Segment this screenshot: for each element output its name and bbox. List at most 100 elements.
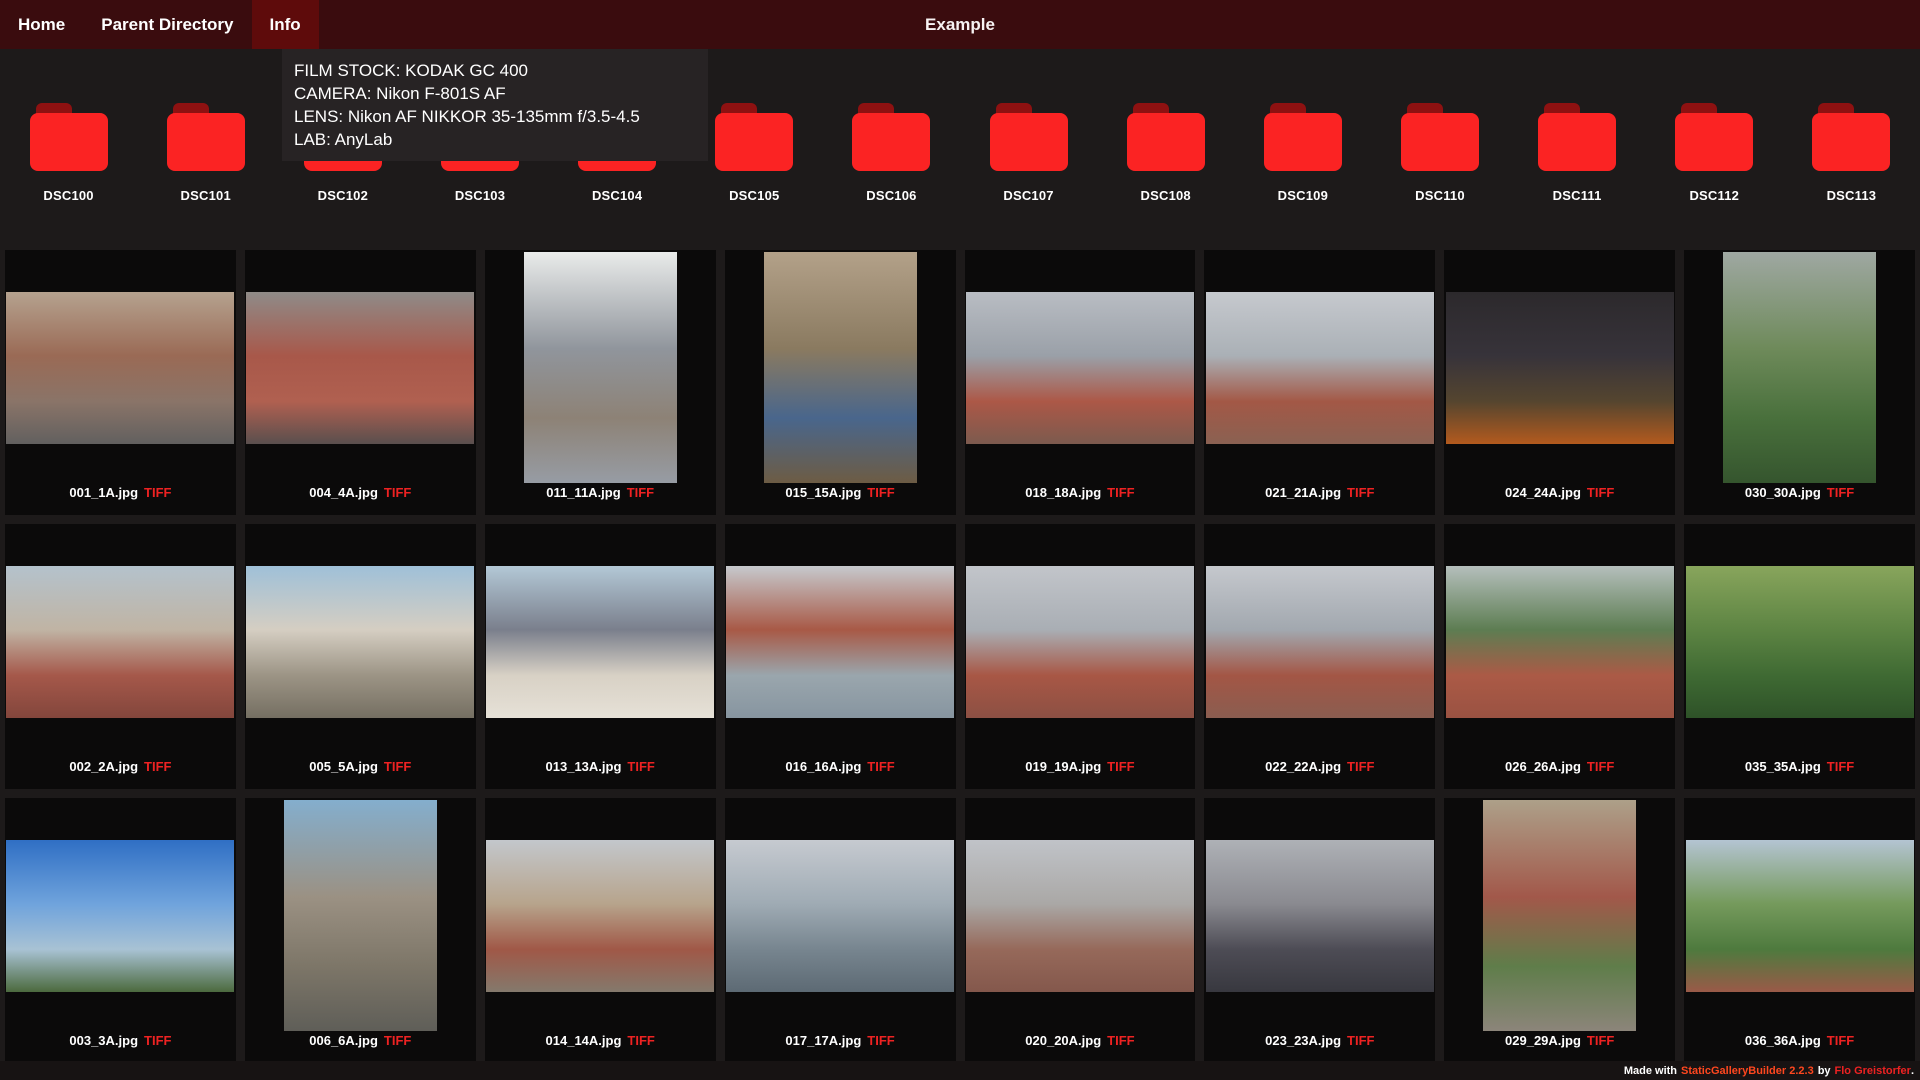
tiff-download-link[interactable]: TIFF: [1107, 759, 1134, 774]
folder-icon[interactable]: [1812, 103, 1891, 171]
tiff-download-link[interactable]: TIFF: [1107, 485, 1134, 500]
photo-filename[interactable]: 020_20A.jpg: [1025, 1033, 1101, 1048]
photo-filename[interactable]: 004_4A.jpg: [309, 485, 378, 500]
photo-thumbnail[interactable]: [726, 839, 955, 992]
tiff-download-link[interactable]: TIFF: [867, 759, 894, 774]
photo-filename[interactable]: 003_3A.jpg: [69, 1033, 138, 1048]
folder[interactable]: DSC106: [823, 103, 960, 203]
photo-filename[interactable]: 017_17A.jpg: [785, 1033, 861, 1048]
photo-thumbnail[interactable]: [763, 252, 917, 483]
photo-filename[interactable]: 029_29A.jpg: [1505, 1033, 1581, 1048]
photo-thumbnail[interactable]: [6, 839, 235, 992]
tiff-download-link[interactable]: TIFF: [627, 1033, 654, 1048]
builder-link[interactable]: StaticGalleryBuilder 2.2.3: [1681, 1065, 1814, 1077]
folder[interactable]: DSC107: [960, 103, 1097, 203]
author-link[interactable]: Flo Greistorfer: [1835, 1065, 1911, 1077]
photo-caption: 024_24A.jpg TIFF: [1505, 485, 1614, 515]
tiff-download-link[interactable]: TIFF: [144, 1033, 171, 1048]
nav-item-home[interactable]: Home: [0, 0, 83, 49]
tiff-download-link[interactable]: TIFF: [1587, 1033, 1614, 1048]
tiff-download-link[interactable]: TIFF: [1347, 759, 1374, 774]
tiff-download-link[interactable]: TIFF: [1587, 485, 1614, 500]
photo-filename[interactable]: 030_30A.jpg: [1745, 485, 1821, 500]
photo-thumbnail[interactable]: [283, 800, 437, 1031]
photo-thumbnail[interactable]: [6, 291, 235, 444]
photo-thumbnail[interactable]: [523, 252, 677, 483]
photo-filename[interactable]: 014_14A.jpg: [546, 1033, 622, 1048]
folder[interactable]: DSC100: [0, 103, 137, 203]
folder[interactable]: DSC111: [1509, 103, 1646, 203]
nav-bar: Home Parent Directory Info Example: [0, 0, 1920, 49]
tiff-download-link[interactable]: TIFF: [384, 1033, 411, 1048]
tiff-download-link[interactable]: TIFF: [1587, 759, 1614, 774]
folder[interactable]: DSC113: [1783, 103, 1920, 203]
folder[interactable]: DSC101: [137, 103, 274, 203]
tiff-download-link[interactable]: TIFF: [384, 759, 411, 774]
folder-icon[interactable]: [166, 103, 245, 171]
folder-icon[interactable]: [989, 103, 1068, 171]
tiff-download-link[interactable]: TIFF: [144, 485, 171, 500]
photo-filename[interactable]: 019_19A.jpg: [1025, 759, 1101, 774]
photo-thumbnail[interactable]: [1483, 800, 1637, 1031]
photo-thumbnail[interactable]: [965, 839, 1194, 992]
photo-filename[interactable]: 013_13A.jpg: [546, 759, 622, 774]
photo-filename[interactable]: 016_16A.jpg: [785, 759, 861, 774]
folder-icon[interactable]: [1538, 103, 1617, 171]
photo-filename[interactable]: 015_15A.jpg: [785, 485, 861, 500]
folder[interactable]: DSC109: [1234, 103, 1371, 203]
tiff-download-link[interactable]: TIFF: [867, 1033, 894, 1048]
folder[interactable]: DSC110: [1371, 103, 1508, 203]
photo-thumbnail[interactable]: [965, 565, 1194, 718]
folder-icon[interactable]: [715, 103, 794, 171]
photo-filename[interactable]: 035_35A.jpg: [1745, 759, 1821, 774]
tiff-download-link[interactable]: TIFF: [1827, 759, 1854, 774]
photo-thumbnail[interactable]: [486, 565, 715, 718]
tiff-download-link[interactable]: TIFF: [867, 485, 894, 500]
photo-filename[interactable]: 026_26A.jpg: [1505, 759, 1581, 774]
folder-icon[interactable]: [29, 103, 108, 171]
photo-thumbnail[interactable]: [246, 565, 475, 718]
photo-filename[interactable]: 002_2A.jpg: [69, 759, 138, 774]
folder[interactable]: DSC112: [1646, 103, 1783, 203]
photo-filename[interactable]: 022_22A.jpg: [1265, 759, 1341, 774]
tiff-download-link[interactable]: TIFF: [1347, 1033, 1374, 1048]
tiff-download-link[interactable]: TIFF: [1827, 1033, 1854, 1048]
nav-item-parent-directory[interactable]: Parent Directory: [83, 0, 251, 49]
photo-filename[interactable]: 024_24A.jpg: [1505, 485, 1581, 500]
photo-thumbnail[interactable]: [246, 291, 475, 444]
folder-icon[interactable]: [1675, 103, 1754, 171]
tiff-download-link[interactable]: TIFF: [144, 759, 171, 774]
photo-thumbnail[interactable]: [1205, 839, 1434, 992]
folder[interactable]: DSC108: [1097, 103, 1234, 203]
folder-icon[interactable]: [1126, 103, 1205, 171]
tiff-download-link[interactable]: TIFF: [1107, 1033, 1134, 1048]
tiff-download-link[interactable]: TIFF: [627, 759, 654, 774]
tiff-download-link[interactable]: TIFF: [1827, 485, 1854, 500]
tiff-download-link[interactable]: TIFF: [627, 485, 654, 500]
photo-filename[interactable]: 036_36A.jpg: [1745, 1033, 1821, 1048]
folder-icon[interactable]: [1400, 103, 1479, 171]
photo-filename[interactable]: 021_21A.jpg: [1265, 485, 1341, 500]
photo-filename[interactable]: 011_11A.jpg: [546, 485, 620, 500]
folder-icon[interactable]: [1263, 103, 1342, 171]
photo-thumbnail[interactable]: [1685, 565, 1914, 718]
photo-filename[interactable]: 001_1A.jpg: [69, 485, 138, 500]
photo-thumbnail[interactable]: [1723, 252, 1877, 483]
photo-thumbnail[interactable]: [6, 565, 235, 718]
tiff-download-link[interactable]: TIFF: [384, 485, 411, 500]
photo-thumbnail[interactable]: [965, 291, 1194, 444]
photo-filename[interactable]: 023_23A.jpg: [1265, 1033, 1341, 1048]
photo-thumbnail[interactable]: [1205, 291, 1434, 444]
photo-filename[interactable]: 005_5A.jpg: [309, 759, 378, 774]
photo-thumbnail[interactable]: [486, 839, 715, 992]
photo-thumbnail[interactable]: [726, 565, 955, 718]
photo-thumbnail[interactable]: [1445, 565, 1674, 718]
photo-thumbnail[interactable]: [1445, 291, 1674, 444]
photo-thumbnail[interactable]: [1205, 565, 1434, 718]
photo-filename[interactable]: 018_18A.jpg: [1025, 485, 1101, 500]
photo-thumbnail[interactable]: [1685, 839, 1914, 992]
nav-item-info[interactable]: Info: [251, 0, 319, 49]
photo-filename[interactable]: 006_6A.jpg: [309, 1033, 378, 1048]
tiff-download-link[interactable]: TIFF: [1347, 485, 1374, 500]
folder-icon[interactable]: [852, 103, 931, 171]
